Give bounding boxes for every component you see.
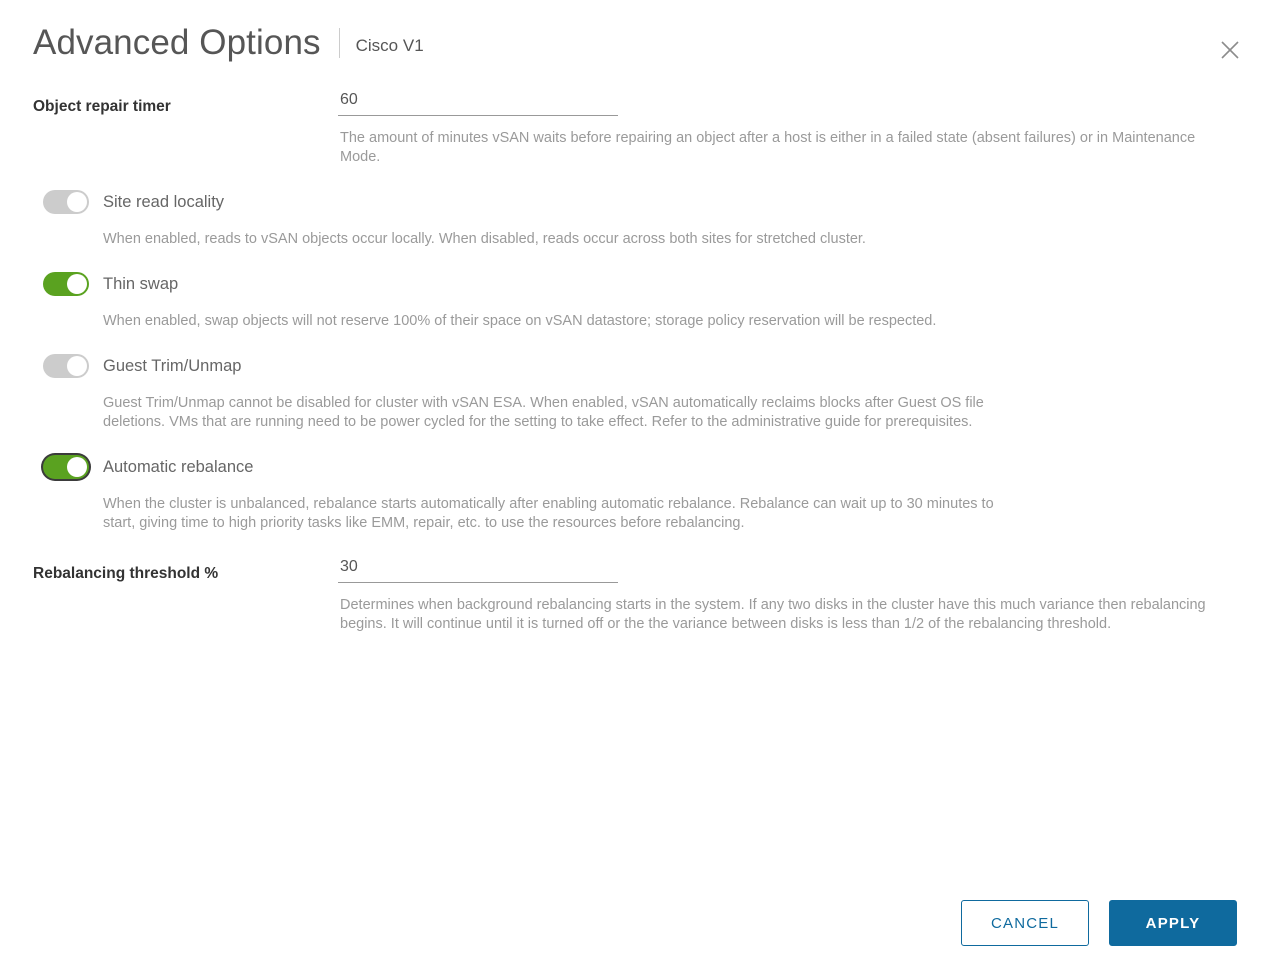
help-text-rebalancing-threshold: Determines when background rebalancing s… bbox=[340, 597, 1206, 632]
toggle-line-guest-trim-unmap: Guest Trim/Unmap bbox=[43, 353, 1270, 379]
dialog-footer: CANCEL APPLY bbox=[0, 875, 1270, 971]
toggle-label-site-read-locality: Site read locality bbox=[103, 193, 225, 211]
help-text-object-repair-timer: The amount of minutes vSAN waits before … bbox=[340, 130, 1196, 165]
toggle-thin-swap[interactable] bbox=[43, 272, 89, 296]
title-divider bbox=[338, 28, 340, 58]
setting-guest-trim-unmap: Guest Trim/Unmap Guest Trim/Unmap cannot… bbox=[0, 353, 1270, 432]
toggle-label-guest-trim-unmap: Guest Trim/Unmap bbox=[103, 357, 242, 375]
toggle-knob bbox=[67, 192, 87, 212]
toggle-knob bbox=[67, 356, 87, 376]
apply-button[interactable]: APPLY bbox=[1109, 900, 1237, 946]
field-label-object-repair-timer: Object repair timer bbox=[33, 98, 171, 115]
toggle-knob bbox=[67, 457, 87, 477]
toggle-knob bbox=[67, 274, 87, 294]
close-icon bbox=[1219, 39, 1241, 61]
rebalancing-threshold-input[interactable] bbox=[338, 555, 618, 583]
toggle-guest-trim-unmap[interactable] bbox=[43, 354, 89, 378]
dialog-subtitle: Cisco V1 bbox=[355, 36, 424, 55]
toggle-label-thin-swap: Thin swap bbox=[103, 275, 179, 293]
help-text-guest-trim-unmap: Guest Trim/Unmap cannot be disabled for … bbox=[103, 395, 984, 430]
dialog-header: Advanced Options Cisco V1 bbox=[0, 0, 1270, 88]
close-button[interactable] bbox=[1212, 32, 1248, 68]
help-text-thin-swap: When enabled, swap objects will not rese… bbox=[103, 313, 937, 329]
toggle-line-thin-swap: Thin swap bbox=[43, 271, 1270, 297]
toggle-line-automatic-rebalance: Automatic rebalance bbox=[43, 454, 1270, 480]
advanced-options-dialog: Advanced Options Cisco V1 Object repair … bbox=[0, 0, 1270, 971]
toggle-line-site-read-locality: Site read locality bbox=[43, 189, 1270, 215]
setting-automatic-rebalance: Automatic rebalance When the cluster is … bbox=[0, 454, 1270, 533]
object-repair-timer-input[interactable] bbox=[338, 88, 618, 116]
cancel-button[interactable]: CANCEL bbox=[961, 900, 1089, 946]
setting-site-read-locality: Site read locality When enabled, reads t… bbox=[0, 189, 1270, 249]
page-title: Advanced Options bbox=[33, 23, 321, 62]
field-control-rebalancing-threshold: Determines when background rebalancing s… bbox=[338, 555, 1270, 634]
toggle-label-automatic-rebalance: Automatic rebalance bbox=[103, 458, 254, 476]
field-control-object-repair-timer: The amount of minutes vSAN waits before … bbox=[338, 88, 1270, 167]
field-object-repair-timer: Object repair timer The amount of minute… bbox=[0, 88, 1270, 167]
field-rebalancing-threshold: Rebalancing threshold % Determines when … bbox=[0, 555, 1270, 634]
dialog-body: Object repair timer The amount of minute… bbox=[0, 88, 1270, 634]
help-text-automatic-rebalance: When the cluster is unbalanced, rebalanc… bbox=[103, 496, 994, 531]
setting-thin-swap: Thin swap When enabled, swap objects wil… bbox=[0, 271, 1270, 331]
help-text-site-read-locality: When enabled, reads to vSAN objects occu… bbox=[103, 231, 866, 247]
toggle-site-read-locality[interactable] bbox=[43, 190, 89, 214]
field-label-rebalancing-threshold: Rebalancing threshold % bbox=[33, 565, 219, 582]
title-row: Advanced Options Cisco V1 bbox=[33, 22, 424, 64]
toggle-automatic-rebalance[interactable] bbox=[43, 455, 89, 479]
